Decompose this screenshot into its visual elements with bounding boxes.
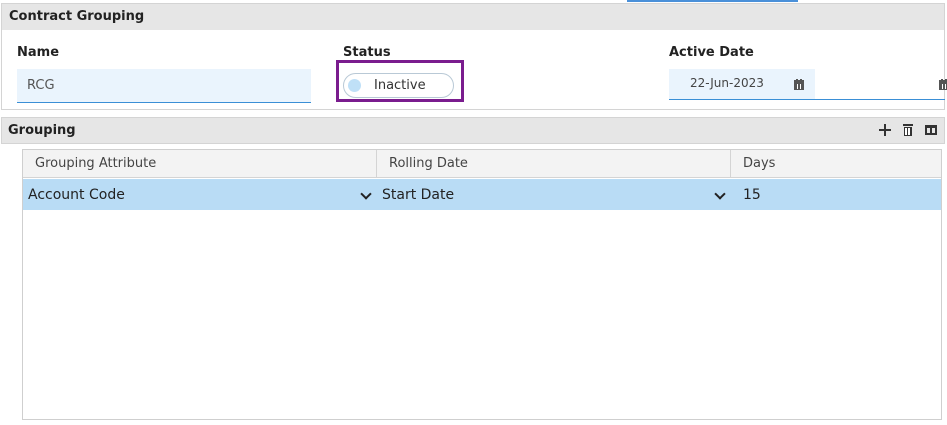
top-tab-accent: [627, 0, 798, 2]
chevron-down-icon[interactable]: [714, 188, 726, 200]
grouping-attribute-cell[interactable]: Account Code: [28, 179, 125, 210]
trash-icon[interactable]: [901, 123, 915, 137]
column-header-days[interactable]: Days: [743, 150, 775, 177]
status-toggle-label: Inactive: [374, 78, 426, 93]
name-field[interactable]: RCG: [17, 69, 311, 103]
plus-icon[interactable]: [878, 123, 892, 137]
grouping-header: Grouping: [1, 117, 945, 144]
calendar-icon[interactable]: [794, 79, 804, 90]
column-header-grouping-attribute[interactable]: Grouping Attribute: [35, 150, 156, 177]
rolling-date-cell[interactable]: Start Date: [382, 179, 454, 210]
calendar-icon-secondary[interactable]: [939, 79, 947, 90]
date-field-underline: [815, 99, 945, 100]
column-divider: [376, 150, 377, 177]
toggle-knob: [348, 79, 361, 92]
days-cell[interactable]: 15: [743, 179, 761, 210]
column-divider: [730, 150, 731, 177]
grouping-grid: Grouping Attribute Rolling Date Days Acc…: [22, 149, 942, 420]
grid-header: Grouping Attribute Rolling Date Days: [23, 150, 941, 178]
active-date-field[interactable]: 22-Jun-2023: [669, 69, 815, 100]
chevron-down-icon[interactable]: [360, 188, 372, 200]
status-label: Status: [343, 45, 391, 60]
column-header-rolling-date[interactable]: Rolling Date: [389, 150, 468, 177]
columns-icon[interactable]: [924, 123, 938, 137]
active-date-label: Active Date: [669, 45, 754, 60]
status-toggle[interactable]: Inactive: [343, 73, 454, 98]
name-label: Name: [17, 45, 60, 60]
table-row[interactable]: Account Code Start Date 15: [23, 179, 941, 210]
active-date-value: 22-Jun-2023: [690, 76, 764, 90]
contract-grouping-header: Contract Grouping: [1, 3, 945, 31]
